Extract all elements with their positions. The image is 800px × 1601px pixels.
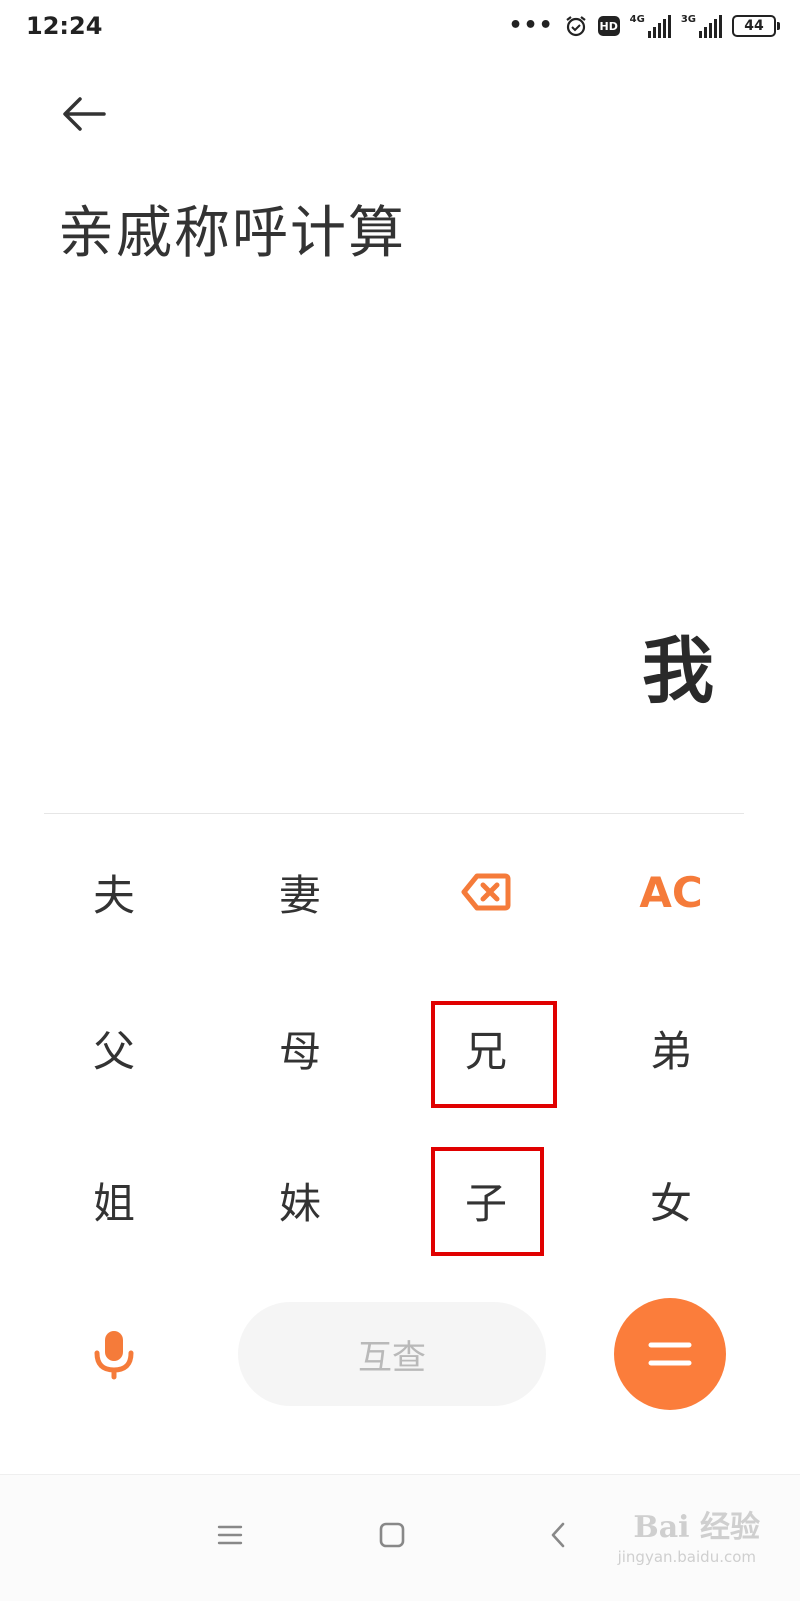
clear-all-button[interactable]: AC (596, 842, 746, 942)
watermark-brand: Bai 经验 (633, 1510, 760, 1545)
key-mother[interactable]: 母 (225, 998, 375, 1098)
divider (44, 813, 744, 814)
status-bar: 12:24 ••• HD 4G 3G 44 (0, 0, 800, 56)
back-button[interactable] (56, 92, 112, 136)
watermark-site: jingyan.baidu.com (617, 1548, 756, 1566)
voice-input-button[interactable] (74, 1310, 154, 1400)
equals-button[interactable] (614, 1298, 726, 1410)
signal-3g-icon: 3G (681, 14, 722, 38)
home-button[interactable] (362, 1505, 422, 1565)
menu-icon (217, 1525, 243, 1545)
key-wife[interactable]: 妻 (225, 842, 375, 942)
mutual-query-button[interactable]: 互查 (238, 1302, 546, 1406)
microphone-icon (94, 1331, 134, 1380)
more-notifications-icon: ••• (508, 13, 554, 38)
key-daughter[interactable]: 女 (596, 1150, 746, 1250)
arrow-left-icon (63, 97, 106, 131)
key-elder-sister[interactable]: 姐 (39, 1150, 189, 1250)
signal-4g-icon: 4G (630, 14, 671, 38)
hd-voice-icon: HD (597, 16, 620, 36)
key-younger-brother[interactable]: 弟 (596, 998, 746, 1098)
key-father[interactable]: 父 (39, 998, 189, 1098)
nav-back-button[interactable] (528, 1505, 588, 1565)
key-husband[interactable]: 夫 (39, 842, 189, 942)
home-square-icon (379, 1522, 405, 1548)
chevron-left-icon (551, 1522, 565, 1548)
backspace-icon (461, 873, 511, 911)
highlight-box-elder-brother (431, 1001, 557, 1108)
alarm-icon (565, 16, 586, 37)
highlight-box-son (431, 1147, 544, 1256)
backspace-button[interactable] (411, 842, 561, 942)
watermark: Bai 经验 jingyan.baidu.com (600, 1482, 760, 1582)
result-display: 我 (641, 629, 714, 713)
status-time: 12:24 (26, 12, 103, 40)
status-icons: ••• HD 4G 3G 44 (508, 13, 780, 38)
equals-icon (648, 1342, 692, 1366)
page-title: 亲戚称呼计算 (58, 201, 406, 266)
battery-icon: 44 (732, 15, 780, 37)
menu-button[interactable] (200, 1505, 260, 1565)
key-younger-sister[interactable]: 妹 (225, 1150, 375, 1250)
